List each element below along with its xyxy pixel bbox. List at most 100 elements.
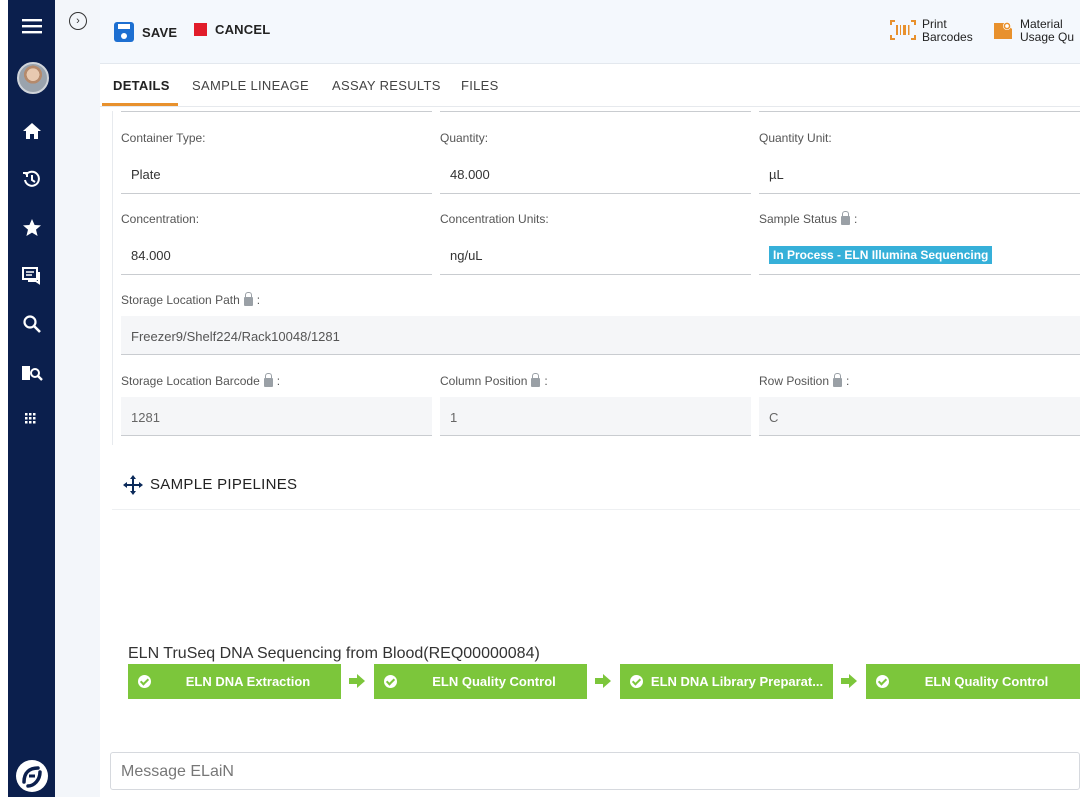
field-underline	[759, 435, 1080, 436]
concentration-units-field[interactable]: ng/uL	[450, 248, 483, 263]
storage-location-path-label-text: Storage Location Path	[121, 293, 240, 307]
home-icon[interactable]	[8, 114, 55, 148]
container-type-label: Container Type:	[121, 131, 206, 145]
column-position-label: Column Position :	[440, 372, 548, 388]
cancel-button[interactable]: CANCEL	[194, 22, 270, 37]
pipeline-step-label: ELN DNA Library Preparat...	[650, 674, 824, 689]
quantity-unit-field[interactable]: µL	[769, 167, 784, 182]
print-barcodes-line2: Barcodes	[922, 30, 973, 44]
pipeline-step-dna-extraction[interactable]: ELN DNA Extraction	[128, 664, 341, 699]
tab-bar: DETAILS SAMPLE LINEAGE ASSAY RESULTS FIL…	[100, 65, 1080, 107]
apps-grid-icon[interactable]	[8, 403, 55, 437]
field-underline	[440, 435, 751, 436]
star-icon[interactable]	[8, 211, 55, 245]
sample-pipelines-title: SAMPLE PIPELINES	[150, 476, 298, 493]
details-form: Container Type: Plate Quantity: 48.000 Q…	[112, 111, 1080, 445]
tab-sample-lineage[interactable]: SAMPLE LINEAGE	[192, 78, 309, 93]
storage-location-barcode-label: Storage Location Barcode :	[121, 372, 281, 388]
tab-details[interactable]: DETAILS	[113, 78, 170, 93]
row-position-label-text: Row Position	[759, 374, 830, 388]
label-colon: :	[256, 293, 261, 307]
toolbar: SAVE CANCEL Print Barcodes Material Usag…	[100, 0, 1080, 64]
label-colon: :	[854, 212, 858, 226]
quantity-field[interactable]: 48.000	[450, 167, 490, 182]
label-colon: :	[276, 374, 281, 388]
history-icon[interactable]	[8, 162, 55, 196]
left-nav	[8, 0, 55, 797]
column-position-field: 1	[450, 410, 458, 425]
field-underline	[121, 354, 1080, 355]
search-icon[interactable]	[8, 307, 55, 341]
row-position-box	[759, 397, 1080, 435]
save-icon	[114, 22, 134, 42]
check-circle-icon	[138, 675, 151, 688]
brand-logo-icon	[16, 760, 48, 792]
cancel-icon	[194, 23, 207, 36]
field-underline	[440, 274, 751, 275]
field-underline	[759, 193, 1080, 194]
concentration-units-label: Concentration Units:	[440, 212, 549, 226]
field-underline	[440, 111, 751, 112]
message-input[interactable]: Message ELaiN	[110, 752, 1080, 790]
sample-status-badge: In Process - ELN Illumina Sequencing	[769, 246, 993, 264]
pipeline-step-quality-control-1[interactable]: ELN Quality Control	[374, 664, 587, 699]
pipeline-canvas	[112, 510, 1080, 740]
pipeline-name: ELN TruSeq DNA Sequencing from Blood(REQ…	[128, 645, 540, 662]
quantity-unit-label: Quantity Unit:	[759, 131, 832, 145]
pipeline-step-label: ELN Quality Control	[924, 674, 1049, 689]
field-underline	[759, 274, 1080, 275]
lock-icon	[263, 372, 273, 387]
sample-status-label-text: Sample Status	[759, 212, 838, 226]
concentration-label: Concentration:	[121, 212, 200, 226]
concentration-field[interactable]: 84.000	[131, 248, 171, 263]
field-underline	[121, 193, 432, 194]
field-underline	[759, 111, 1080, 112]
field-underline	[121, 111, 432, 112]
expand-panel-icon[interactable]: ›	[69, 12, 87, 30]
label-colon: :	[846, 374, 850, 388]
column-position-box	[440, 397, 751, 435]
arrow-right-icon	[840, 673, 858, 694]
field-underline	[440, 193, 751, 194]
storage-location-barcode-label-text: Storage Location Barcode	[121, 374, 260, 388]
save-label: SAVE	[142, 24, 178, 40]
lock-icon	[833, 372, 843, 387]
storage-location-path-label: Storage Location Path :	[121, 291, 261, 307]
pipeline-step-label: ELN Quality Control	[432, 674, 556, 689]
print-barcodes-button[interactable]: Print Barcodes	[890, 18, 973, 44]
check-circle-icon	[630, 675, 643, 688]
cancel-label: CANCEL	[215, 22, 271, 37]
save-button[interactable]: SAVE	[114, 22, 177, 42]
menu-icon[interactable]	[8, 9, 55, 43]
avatar[interactable]	[17, 62, 49, 94]
field-underline	[121, 274, 432, 275]
barcode-icon	[890, 19, 916, 43]
arrow-right-icon	[594, 673, 612, 694]
row-position-field: C	[769, 410, 779, 425]
field-underline	[121, 435, 432, 436]
tab-files[interactable]: FILES	[461, 78, 499, 93]
check-circle-icon	[384, 675, 397, 688]
book-search-icon[interactable]	[8, 356, 55, 390]
pipeline-step-library-preparation[interactable]: ELN DNA Library Preparat...	[620, 664, 833, 699]
label-colon: :	[544, 374, 548, 388]
active-tab-indicator	[102, 103, 178, 106]
storage-location-barcode-box	[121, 397, 432, 435]
storage-location-path-field: Freezer9/Shelf224/Rack10048/1281	[131, 329, 340, 344]
tab-assay-results[interactable]: ASSAY RESULTS	[332, 78, 441, 93]
pipeline-step-quality-control-2[interactable]: ELN Quality Control	[866, 664, 1080, 699]
lock-icon	[243, 291, 253, 306]
sample-pipelines-header: SAMPLE PIPELINES	[112, 462, 1080, 510]
sample-status-label: Sample Status :	[759, 210, 858, 226]
app-root: › SAVE CANCEL Print Barcodes Material Us…	[0, 0, 1080, 797]
check-circle-icon	[876, 675, 889, 688]
material-usage-line2: Usage Qu	[1020, 30, 1075, 44]
material-usage-button[interactable]: Material Usage Qu	[992, 18, 1074, 44]
quantity-label: Quantity:	[440, 131, 489, 145]
lock-icon	[531, 372, 541, 387]
storage-location-barcode-field: 1281	[131, 410, 160, 425]
chat-icon[interactable]	[8, 259, 55, 293]
side-panel-strip: ›	[55, 0, 100, 797]
pipeline-move-icon	[122, 474, 144, 501]
container-type-field[interactable]: Plate	[131, 167, 161, 182]
